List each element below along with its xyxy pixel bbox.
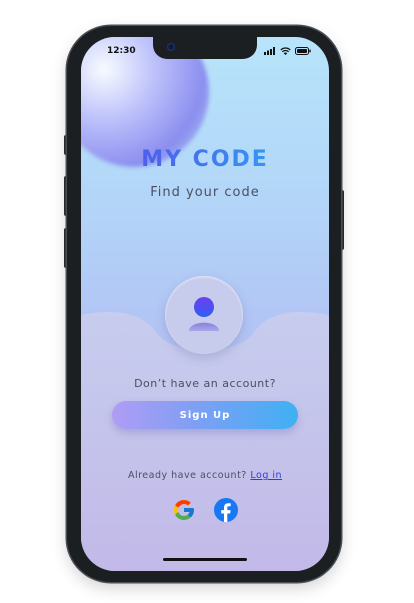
facebook-login-button[interactable]	[214, 498, 238, 522]
google-icon	[174, 500, 194, 520]
login-row: Already have account? Log in	[81, 470, 329, 481]
signup-prompt: Don’t have an account?	[134, 377, 276, 390]
app-title: MY CODE	[81, 147, 329, 172]
battery-icon	[295, 47, 311, 55]
front-camera	[167, 43, 175, 51]
home-indicator	[163, 558, 247, 561]
user-icon	[189, 297, 219, 331]
login-link[interactable]: Log in	[250, 470, 282, 481]
wifi-icon	[280, 47, 291, 55]
google-login-button[interactable]	[172, 498, 196, 522]
facebook-icon	[214, 498, 238, 522]
social-login-row	[81, 498, 329, 522]
login-prompt: Already have account?	[127, 470, 247, 481]
notch	[153, 37, 257, 59]
status-icons	[264, 47, 311, 55]
signal-icon	[264, 47, 275, 55]
phone-screen: 12:30 MY CODE Find your code Don’t have …	[81, 37, 329, 571]
sign-up-button[interactable]: Sign Up	[112, 401, 298, 429]
avatar	[165, 276, 243, 354]
status-time: 12:30	[107, 46, 136, 56]
page: 12:30 MY CODE Find your code Don’t have …	[0, 0, 414, 603]
app-tagline: Find your code	[150, 185, 260, 200]
